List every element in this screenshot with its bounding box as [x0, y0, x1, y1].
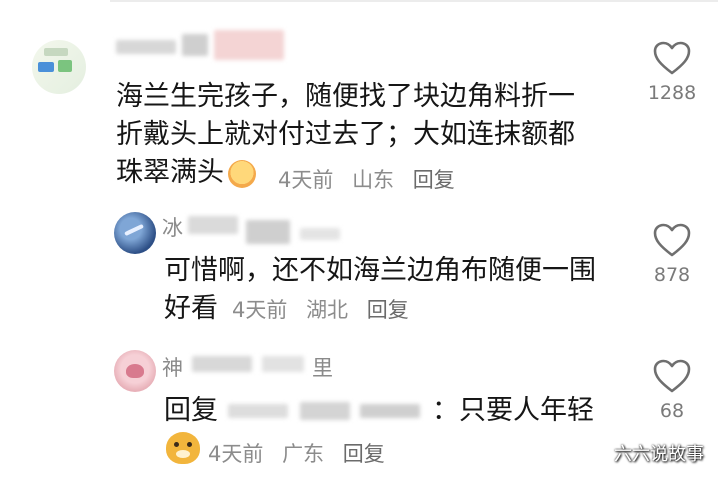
reply-target-blurred[interactable] — [220, 396, 430, 426]
comment-meta: 4天前 湖北 回复 — [232, 291, 421, 329]
like-count: 68 — [659, 400, 685, 422]
heart-outline-icon — [653, 223, 691, 257]
heart-outline-icon — [653, 41, 691, 75]
watermark: 六六说故事 — [614, 444, 704, 465]
comment-time: 4天前 — [208, 442, 264, 466]
comment-meta: 4天前 广东 回复 — [208, 438, 397, 468]
reply-button[interactable]: 回复 — [413, 168, 455, 192]
username-tail[interactable]: 里 — [312, 352, 333, 382]
avatar[interactable] — [32, 40, 86, 94]
reply-button[interactable]: 回复 — [343, 442, 385, 466]
comment-time: 4天前 — [278, 168, 334, 192]
comment-body: ：只要人年轻 — [432, 395, 594, 426]
like-button[interactable]: 878 — [640, 222, 704, 286]
like-count: 878 — [653, 264, 691, 286]
username[interactable]: 冰 — [162, 212, 183, 242]
like-count: 1288 — [647, 82, 697, 104]
comment-line-with-meta: 好看 4天前 湖北 回复 — [164, 290, 634, 329]
comment-location: 山东 — [352, 168, 395, 192]
cartoon-dog-avatar-icon — [166, 432, 200, 464]
top-divider — [110, 0, 718, 2]
like-button[interactable]: 68 — [640, 358, 704, 422]
reply-prefix: 回复 — [164, 395, 218, 426]
comment-text: 回复 ：只要人年轻 — [164, 392, 624, 430]
username[interactable]: 神 — [162, 352, 183, 382]
avatar[interactable] — [114, 212, 156, 254]
comment-line: 可惜啊，还不如海兰边角布随便一围 — [164, 255, 596, 286]
comment-line: 好看 — [164, 293, 218, 324]
comment-time: 4天前 — [232, 298, 288, 322]
avatar[interactable] — [114, 350, 156, 392]
like-button[interactable]: 1288 — [640, 40, 704, 104]
reply-button[interactable]: 回复 — [367, 298, 409, 322]
comment-location: 广东 — [282, 442, 325, 466]
comment-meta: 4天前 山东 回复 — [278, 164, 467, 194]
heart-outline-icon — [653, 359, 691, 393]
comment-text: 可惜啊，还不如海兰边角布随便一围 好看 4天前 湖北 回复 — [164, 252, 634, 329]
comment-location: 湖北 — [306, 298, 349, 322]
comment-line: 折戴头上就对付过去了；大如连抹额都 — [116, 119, 575, 150]
crying-face-icon — [228, 159, 256, 188]
comment-line: 海兰生完孩子，随便找了块边角料折一 — [116, 81, 575, 112]
